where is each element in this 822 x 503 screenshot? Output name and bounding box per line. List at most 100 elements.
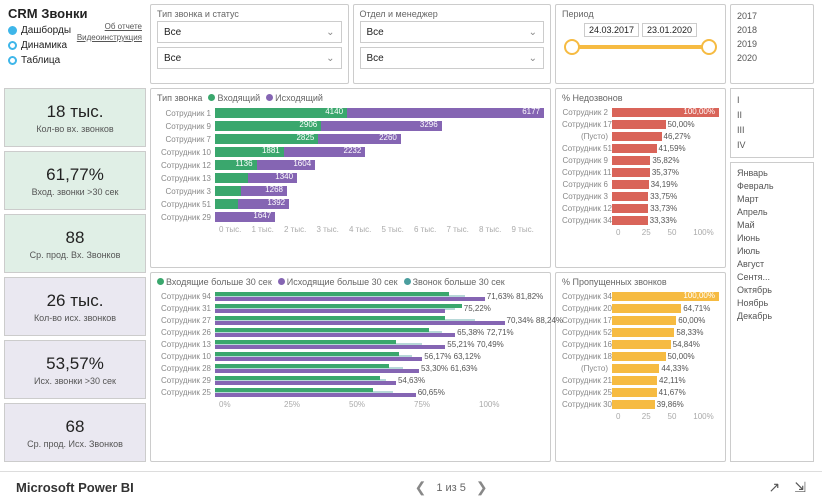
kpi-outgoing-count: 26 тыс.Кол-во исх. звонков — [4, 277, 146, 336]
chart-30sec[interactable]: Входящие больше 30 сек Исходящие больше … — [150, 272, 551, 462]
bar-row: Сотрудник 7 2825 2260 — [157, 133, 544, 145]
filter-label: Тип звонка и статус — [157, 9, 342, 19]
month-item[interactable]: Ноябрь — [737, 297, 807, 310]
nav-dashboards[interactable]: Дашборды — [8, 23, 71, 38]
about-link[interactable]: Об отчете — [77, 21, 142, 32]
month-item[interactable]: Февраль — [737, 180, 807, 193]
chart-dropped[interactable]: % Пропущенных звонков Сотрудник 34 100,0… — [555, 272, 726, 462]
bar-row: Сотрудник 13 1340 — [157, 172, 544, 184]
quarter-item[interactable]: III — [737, 123, 807, 138]
chevron-down-icon: ⌄ — [326, 53, 334, 64]
bar-row: Сотрудник 28 53,30% 61,63% — [157, 363, 544, 374]
period-to[interactable]: 23.01.2020 — [642, 23, 697, 37]
select-call-status[interactable]: Все⌄ — [157, 47, 342, 69]
bar-row: Сотрудник 17 60,00% — [562, 315, 719, 326]
chart-legend: Входящие больше 30 сек Исходящие больше … — [157, 277, 544, 287]
title-nav: CRM Звонки Дашборды Динамика Таблица Об … — [4, 4, 146, 84]
page-title: CRM Звонки — [8, 6, 142, 21]
bar-row: Сотрудник 25 41,67% — [562, 387, 719, 398]
legend-dot-icon — [266, 94, 273, 101]
month-slicer[interactable]: ЯнварьФевральМартАпрельМайИюньИюльАвгуст… — [730, 162, 814, 462]
kpi-incoming-avg: 88Ср. прод. Вх. Звонков — [4, 214, 146, 273]
fullscreen-icon[interactable]: ⇲ — [794, 479, 806, 496]
bar-row: Сотрудник 20 64,71% — [562, 303, 719, 314]
year-item[interactable]: 2017 — [737, 9, 807, 23]
pager: ❮ 1 из 5 ❯ — [415, 479, 488, 496]
bar-row: (Пусто) 44,33% — [562, 363, 719, 374]
quarter-item[interactable]: I — [737, 93, 807, 108]
month-item[interactable]: Июль — [737, 245, 807, 258]
bar-row: Сотрудник 16 54,84% — [562, 339, 719, 350]
select-dept[interactable]: Все⌄ — [360, 21, 545, 43]
bar-row: Сотрудник 9 35,82% — [562, 155, 719, 166]
year-item[interactable]: 2018 — [737, 23, 807, 37]
bar-row: Сотрудник 52 58,33% — [562, 327, 719, 338]
bar-row: Сотрудник 17 50,00% — [562, 119, 719, 130]
chevron-down-icon: ⌄ — [529, 53, 537, 64]
quarter-slicer[interactable]: I II III IV — [730, 88, 814, 158]
video-link[interactable]: Видеоинструкция — [77, 32, 142, 43]
filter-call-type: Тип звонка и статус Все⌄ Все⌄ — [150, 4, 349, 84]
period-label: Период — [562, 9, 719, 19]
period-slider[interactable] — [570, 45, 711, 49]
period-from[interactable]: 24.03.2017 — [584, 23, 639, 37]
bar-row: Сотрудник 21 42,11% — [562, 375, 719, 386]
bar-row: Сотрудник 26 65,38% 72,71% — [157, 327, 544, 338]
month-item[interactable]: Сентя... — [737, 271, 807, 284]
legend-dot-icon — [208, 94, 215, 101]
chart-missed[interactable]: % Недозвонов Сотрудник 2 100,00% Сотрудн… — [555, 88, 726, 268]
bar-row: Сотрудник 34 33,33% — [562, 215, 719, 226]
bar-row: Сотрудник 2 100,00% — [562, 107, 719, 118]
bar-row: Сотрудник 27 70,34% 88,24% — [157, 315, 544, 326]
nav-table[interactable]: Таблица — [8, 53, 71, 68]
bar-row: (Пусто) 46,27% — [562, 131, 719, 142]
kpi-outgoing-30s: 53,57%Исх. звонки >30 сек — [4, 340, 146, 399]
chevron-down-icon: ⌄ — [326, 27, 334, 38]
next-page-button[interactable]: ❯ — [476, 479, 488, 496]
prev-page-button[interactable]: ❮ — [415, 479, 427, 496]
month-item[interactable]: Декабрь — [737, 310, 807, 323]
quarter-item[interactable]: II — [737, 108, 807, 123]
month-item[interactable]: Апрель — [737, 206, 807, 219]
bar-row: Сотрудник 6 34,19% — [562, 179, 719, 190]
radio-icon — [8, 56, 17, 65]
filter-label: Отдел и менеджер — [360, 9, 545, 19]
filter-dept: Отдел и менеджер Все⌄ Все⌄ — [353, 4, 552, 84]
kpi-incoming-count: 18 тыс.Кол-во вх. звонков — [4, 88, 146, 147]
bar-row: Сотрудник 25 60,65% — [157, 387, 544, 398]
nav-links: Об отчете Видеоинструкция — [77, 21, 142, 68]
month-item[interactable]: Июнь — [737, 232, 807, 245]
bar-row: Сотрудник 34 100,00% — [562, 291, 719, 302]
year-slicer[interactable]: 2017 2018 2019 2020 — [730, 4, 814, 84]
period-slicer[interactable]: Период 24.03.2017 23.01.2020 — [555, 4, 726, 84]
select-call-type[interactable]: Все⌄ — [157, 21, 342, 43]
chart-title: % Недозвонов — [562, 93, 719, 103]
chart-call-type[interactable]: Тип звонка Входящий Исходящий Сотрудник … — [150, 88, 551, 268]
bar-row: Сотрудник 3 33,75% — [562, 191, 719, 202]
nav-dynamics[interactable]: Динамика — [8, 38, 71, 53]
bar-row: Сотрудник 29 1647 — [157, 211, 544, 223]
year-item[interactable]: 2020 — [737, 51, 807, 65]
filters: Тип звонка и статус Все⌄ Все⌄ Отдел и ме… — [150, 4, 551, 84]
month-item[interactable]: Май — [737, 219, 807, 232]
quarter-item[interactable]: IV — [737, 138, 807, 153]
chart-title: Тип звонка Входящий Исходящий — [157, 93, 544, 103]
share-icon[interactable]: ↗ — [769, 479, 781, 496]
bar-row: Сотрудник 94 71,63% 81,82% — [157, 291, 544, 302]
bar-row: Сотрудник 31 75,22% — [157, 303, 544, 314]
bar-row: Сотрудник 29 54,63% — [157, 375, 544, 386]
year-item[interactable]: 2019 — [737, 37, 807, 51]
select-manager[interactable]: Все⌄ — [360, 47, 545, 69]
bar-row: Сотрудник 3 1268 — [157, 185, 544, 197]
month-item[interactable]: Январь — [737, 167, 807, 180]
kpi-outgoing-avg: 68Ср. прод. Исх. Звонков — [4, 403, 146, 462]
bar-row: Сотрудник 12 1136 1604 — [157, 159, 544, 171]
kpi-column: 18 тыс.Кол-во вх. звонков 61,77%Вход. зв… — [4, 88, 146, 462]
bar-row: Сотрудник 1 4140 6177 — [157, 107, 544, 119]
bar-row: Сотрудник 18 50,00% — [562, 351, 719, 362]
month-item[interactable]: Август — [737, 258, 807, 271]
month-item[interactable]: Март — [737, 193, 807, 206]
pager-text: 1 из 5 — [436, 482, 466, 494]
month-item[interactable]: Октябрь — [737, 284, 807, 297]
legend-dot-icon — [278, 278, 285, 285]
